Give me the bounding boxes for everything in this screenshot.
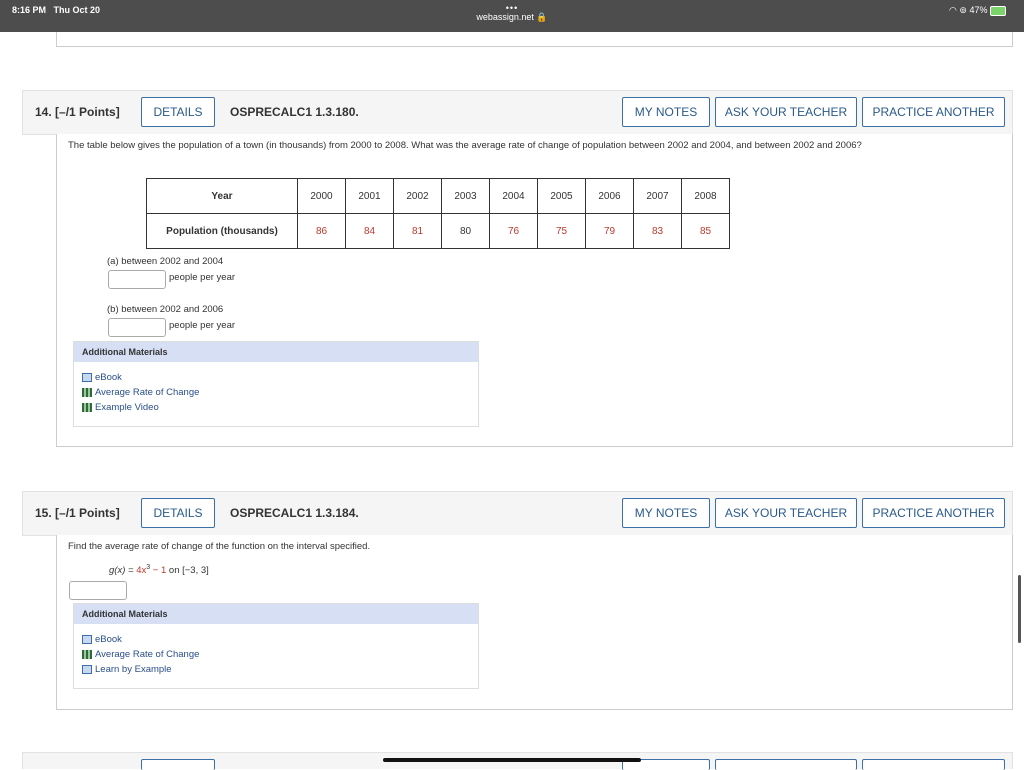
table-cell: 2002 — [393, 178, 442, 214]
table-cell: 83 — [633, 213, 682, 249]
function-expression: g(x) = 4x3 − 1 on [−3, 3] — [109, 564, 209, 577]
question-prompt: Find the average rate of change of the f… — [68, 541, 371, 552]
table-cell: 2005 — [537, 178, 586, 214]
unit-label: people per year — [169, 272, 236, 283]
ask-teacher-button[interactable]: ASK YOUR TEACHER — [715, 498, 857, 528]
battery-icon — [990, 5, 1006, 16]
status-right: ◠ ⊚ 47% — [949, 5, 1006, 16]
table-header-cell: Year — [146, 178, 298, 214]
table-cell: 80 — [441, 213, 490, 249]
table-row: Population (thousands) 86 84 81 80 76 75… — [146, 213, 730, 249]
battery-percent: 47% — [969, 5, 988, 15]
question-14-body: The table below gives the population of … — [56, 134, 1013, 447]
table-cell: 86 — [297, 213, 346, 249]
question-15-body: Find the average rate of change of the f… — [56, 535, 1013, 710]
table-cell: 2007 — [633, 178, 682, 214]
average-rate-link[interactable]: Average Rate of Change — [82, 387, 199, 398]
scrollbar[interactable] — [1018, 575, 1021, 643]
table-row: Year 2000 2001 2002 2003 2004 2005 2006 … — [146, 178, 730, 214]
tab-dots-icon[interactable]: ••• — [0, 4, 1024, 13]
table-cell: 75 — [537, 213, 586, 249]
table-cell: 81 — [393, 213, 442, 249]
ios-status-bar: 8:16 PM Thu Oct 20 ••• webassign.net 🔒 ◠… — [0, 0, 1024, 32]
table-header-cell: Population (thousands) — [146, 213, 298, 249]
population-table: Year 2000 2001 2002 2003 2004 2005 2006 … — [146, 178, 730, 249]
question-prompt: The table below gives the population of … — [68, 140, 862, 151]
url-label[interactable]: webassign.net 🔒 — [0, 12, 1024, 23]
question-number: 15. [–/1 Points] — [35, 506, 120, 520]
part-b-answer-input[interactable] — [108, 318, 166, 337]
part-b-label: (b) between 2002 and 2006 — [107, 304, 224, 315]
video-icon — [82, 649, 92, 659]
question-14-header: 14. [–/1 Points] DETAILS OSPRECALC1 1.3.… — [22, 90, 1013, 135]
my-notes-button[interactable]: MY NOTES — [622, 498, 710, 528]
ebook-link[interactable]: eBook — [82, 372, 122, 383]
table-cell: 79 — [585, 213, 634, 249]
average-rate-link[interactable]: Average Rate of Change — [82, 649, 199, 660]
book-icon — [82, 664, 92, 674]
address-area[interactable]: ••• webassign.net 🔒 — [0, 4, 1024, 23]
example-video-link[interactable]: Example Video — [82, 402, 159, 413]
practice-another-button[interactable] — [862, 759, 1005, 770]
book-icon — [82, 634, 92, 644]
answer-input[interactable] — [69, 581, 127, 600]
video-icon — [82, 402, 92, 412]
practice-another-button[interactable]: PRACTICE ANOTHER — [862, 498, 1005, 528]
video-icon — [82, 387, 92, 397]
ask-teacher-button[interactable] — [715, 759, 857, 770]
table-cell: 2008 — [681, 178, 730, 214]
additional-materials-header: Additional Materials — [74, 342, 478, 362]
table-cell: 2004 — [489, 178, 538, 214]
previous-question-box — [56, 32, 1013, 47]
question-number: 14. [–/1 Points] — [35, 105, 120, 119]
table-cell: 76 — [489, 213, 538, 249]
table-cell: 84 — [345, 213, 394, 249]
part-a-answer-input[interactable] — [108, 270, 166, 289]
table-cell: 2006 — [585, 178, 634, 214]
part-a-label: (a) between 2002 and 2004 — [107, 256, 224, 267]
practice-another-button[interactable]: PRACTICE ANOTHER — [862, 97, 1005, 127]
ebook-link[interactable]: eBook — [82, 634, 122, 645]
my-notes-button[interactable]: MY NOTES — [622, 97, 710, 127]
details-button[interactable]: DETAILS — [141, 97, 215, 127]
table-cell: 85 — [681, 213, 730, 249]
wifi-icon: ◠ ⊚ — [949, 5, 967, 15]
question-code: OSPRECALC1 1.3.180. — [230, 105, 359, 119]
learn-by-example-link[interactable]: Learn by Example — [82, 664, 172, 675]
table-cell: 2001 — [345, 178, 394, 214]
table-cell: 2003 — [441, 178, 490, 214]
additional-materials-header: Additional Materials — [74, 604, 478, 624]
home-indicator[interactable] — [383, 758, 641, 762]
ask-teacher-button[interactable]: ASK YOUR TEACHER — [715, 97, 857, 127]
table-cell: 2000 — [297, 178, 346, 214]
additional-materials: Additional Materials eBook Average Rate … — [73, 341, 479, 427]
additional-materials: Additional Materials eBook Average Rate … — [73, 603, 479, 689]
question-code: OSPRECALC1 1.3.184. — [230, 506, 359, 520]
unit-label: people per year — [169, 320, 236, 331]
question-15-header: 15. [–/1 Points] DETAILS OSPRECALC1 1.3.… — [22, 491, 1013, 536]
details-button[interactable] — [141, 759, 215, 770]
book-icon — [82, 372, 92, 382]
details-button[interactable]: DETAILS — [141, 498, 215, 528]
